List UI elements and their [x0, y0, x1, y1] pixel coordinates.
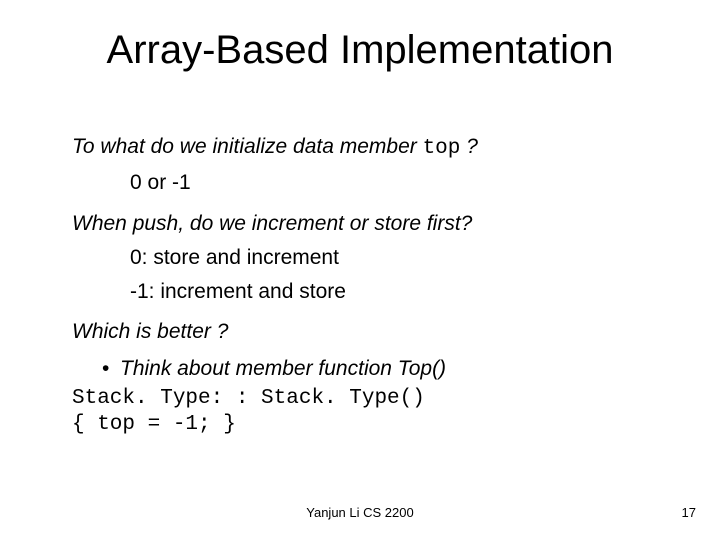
question-1-suffix: ? [460, 135, 478, 158]
question-1: To what do we initialize data member top… [72, 134, 672, 162]
code-line-1: Stack. Type: : Stack. Type() [72, 387, 425, 410]
code-block: Stack. Type: : Stack. Type() { top = -1;… [72, 386, 672, 439]
slide-body: To what do we initialize data member top… [72, 120, 672, 438]
slide: Array-Based Implementation To what do we… [0, 0, 720, 540]
slide-title: Array-Based Implementation [0, 28, 720, 73]
answer-1: 0 or -1 [130, 170, 672, 196]
bullet-dot-icon: • [102, 356, 120, 382]
code-line-2: { top = -1; } [72, 413, 236, 436]
footer-author: Yanjun Li CS 2200 [0, 505, 720, 520]
bullet-text: Think about member function Top() [120, 357, 446, 380]
bullet-item: •Think about member function Top() [102, 356, 672, 382]
question-1-prefix: To what do we initialize data member [72, 135, 423, 158]
question-1-code: top [423, 137, 461, 160]
page-number: 17 [682, 505, 696, 520]
answer-2b: -1: increment and store [130, 279, 672, 305]
answer-2a: 0: store and increment [130, 245, 672, 271]
question-3: Which is better ? [72, 319, 672, 345]
question-2: When push, do we increment or store firs… [72, 211, 672, 237]
